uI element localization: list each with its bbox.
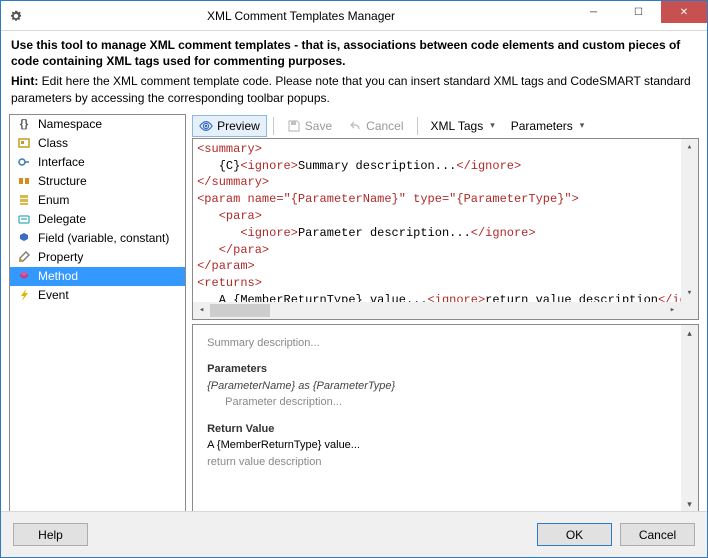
sidebar-item-label: Enum: [38, 193, 69, 207]
preview-return-line: A {MemberReturnType} value...: [207, 437, 684, 454]
code-horizontal-scrollbar[interactable]: ◂ ▸: [193, 302, 681, 319]
code-text[interactable]: <summary> {C}<ignore>Summary description…: [193, 139, 698, 302]
cancel-button[interactable]: Cancel: [620, 523, 695, 546]
template-code-editor[interactable]: <summary> {C}<ignore>Summary description…: [192, 138, 699, 320]
cancel-label: Cancel: [639, 528, 676, 542]
sidebar-item-label: Method: [38, 269, 78, 283]
close-button[interactable]: ✕: [661, 1, 707, 23]
preview-param-signature: {ParameterName} as {ParameterType}: [207, 378, 684, 395]
interface-icon: [16, 154, 32, 170]
ok-button[interactable]: OK: [537, 523, 612, 546]
sidebar-item-label: Class: [38, 136, 68, 150]
save-label: Save: [305, 119, 332, 133]
sidebar-item-structure[interactable]: Structure: [10, 172, 185, 191]
scroll-down-icon[interactable]: ▾: [681, 285, 698, 302]
field-icon: [16, 230, 32, 246]
window-title: XML Comment Templates Manager: [31, 9, 571, 23]
sidebar-item-interface[interactable]: Interface: [10, 153, 185, 172]
parameters-label: Parameters: [511, 119, 573, 133]
dialog-footer: Help OK Cancel: [1, 511, 707, 557]
preview-return-description: return value description: [207, 454, 684, 471]
class-icon: [16, 135, 32, 151]
preview-param-description: Parameter description...: [207, 394, 684, 411]
undo-icon: [348, 119, 362, 133]
scroll-up-icon[interactable]: ▴: [681, 325, 698, 342]
sidebar-item-label: Interface: [38, 155, 85, 169]
eye-icon: [199, 120, 213, 132]
preview-vertical-scrollbar[interactable]: ▴ ▾: [681, 325, 698, 513]
element-type-list[interactable]: {} Namespace Class Interface Structure E…: [9, 114, 186, 514]
sidebar-item-event[interactable]: Event: [10, 286, 185, 305]
scroll-up-icon[interactable]: ▴: [681, 139, 698, 156]
property-icon: [16, 249, 32, 265]
instructions: Use this tool to manage XML comment temp…: [1, 31, 707, 114]
xml-tags-label: XML Tags: [431, 119, 484, 133]
sidebar-item-label: Structure: [38, 174, 87, 188]
preview-button[interactable]: Preview: [192, 115, 267, 137]
scroll-right-icon[interactable]: ▸: [664, 302, 681, 319]
editor-toolbar: Preview Save Cancel XML Tags Parameters: [192, 114, 699, 138]
cancel-edit-button[interactable]: Cancel: [341, 115, 410, 137]
scroll-thumb[interactable]: [210, 304, 270, 317]
code-vertical-scrollbar[interactable]: ▴ ▾: [681, 139, 698, 302]
instructions-main: Use this tool to manage XML comment temp…: [11, 38, 680, 68]
method-icon: [16, 268, 32, 284]
sidebar-item-delegate[interactable]: Delegate: [10, 210, 185, 229]
sidebar-item-namespace[interactable]: {} Namespace: [10, 115, 185, 134]
toolbar-separator: [417, 117, 418, 135]
hint-label: Hint:: [11, 74, 38, 88]
help-button[interactable]: Help: [13, 523, 88, 546]
enum-icon: [16, 192, 32, 208]
sidebar-item-label: Event: [38, 288, 69, 302]
parameters-dropdown[interactable]: Parameters: [504, 115, 592, 137]
event-icon: [16, 287, 32, 303]
scroll-corner: [681, 302, 698, 319]
help-label: Help: [38, 528, 63, 542]
save-button[interactable]: Save: [280, 115, 339, 137]
sidebar-item-class[interactable]: Class: [10, 134, 185, 153]
preview-label: Preview: [217, 119, 260, 133]
maximize-button[interactable]: ☐: [616, 1, 661, 23]
ok-label: OK: [566, 528, 583, 542]
preview-panel: Summary description... Parameters {Param…: [192, 324, 699, 514]
preview-summary: Summary description...: [207, 335, 684, 352]
delegate-icon: [16, 211, 32, 227]
gear-icon: [1, 9, 31, 23]
sidebar-item-field[interactable]: Field (variable, constant): [10, 229, 185, 248]
structure-icon: [16, 173, 32, 189]
xml-tags-dropdown[interactable]: XML Tags: [424, 115, 502, 137]
preview-parameters-header: Parameters: [207, 361, 684, 378]
sidebar-item-method[interactable]: Method: [10, 267, 185, 286]
cancel-label: Cancel: [366, 119, 403, 133]
sidebar-item-property[interactable]: Property: [10, 248, 185, 267]
hint-text: Edit here the XML comment template code.…: [11, 74, 691, 104]
titlebar: XML Comment Templates Manager ─ ☐ ✕: [1, 1, 707, 31]
scroll-left-icon[interactable]: ◂: [193, 302, 210, 319]
sidebar-item-label: Field (variable, constant): [38, 231, 169, 245]
save-icon: [287, 119, 301, 133]
sidebar-item-label: Namespace: [38, 117, 102, 131]
sidebar-item-enum[interactable]: Enum: [10, 191, 185, 210]
minimize-button[interactable]: ─: [571, 1, 616, 23]
toolbar-separator: [273, 117, 274, 135]
sidebar-item-label: Property: [38, 250, 83, 264]
namespace-icon: {}: [16, 116, 32, 132]
sidebar-item-label: Delegate: [38, 212, 86, 226]
preview-return-header: Return Value: [207, 421, 684, 438]
